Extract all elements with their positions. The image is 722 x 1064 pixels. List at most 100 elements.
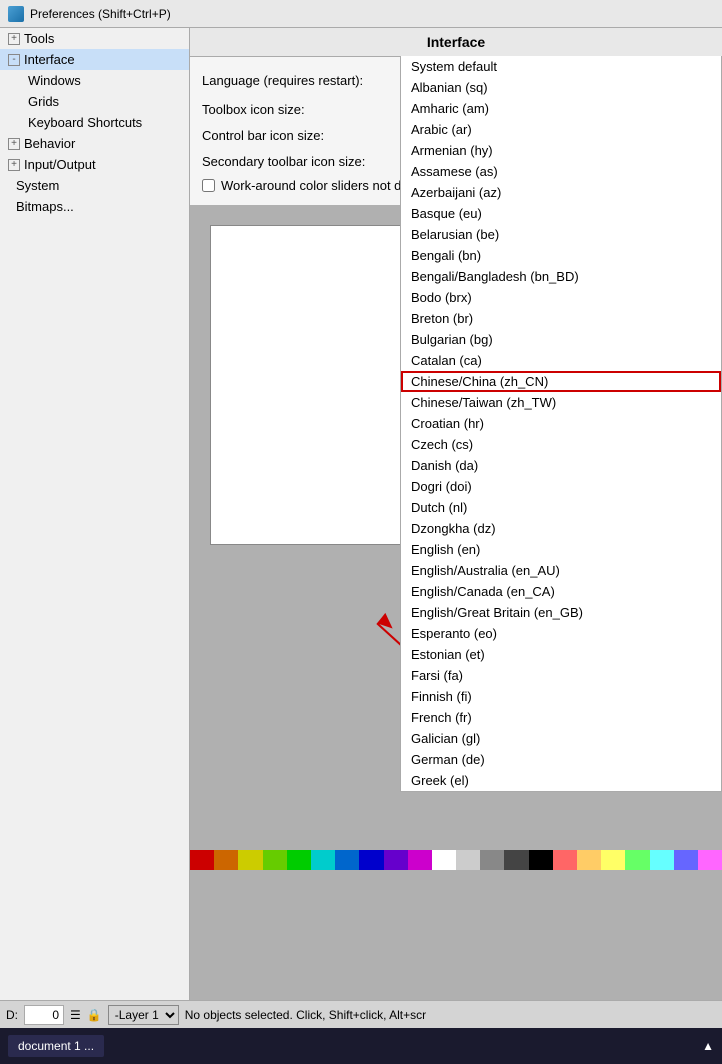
- sidebar-label-windows: Windows: [28, 73, 81, 88]
- color-swatch[interactable]: [504, 850, 528, 870]
- lock-icon: 🔒: [87, 1008, 102, 1022]
- color-swatch[interactable]: [698, 850, 722, 870]
- sidebar-label-keyboard-shortcuts: Keyboard Shortcuts: [28, 115, 142, 130]
- dropdown-item[interactable]: Chinese/Taiwan (zh_TW): [401, 392, 721, 413]
- dropdown-item[interactable]: Dzongkha (dz): [401, 518, 721, 539]
- taskbar-clock: ▲: [702, 1039, 714, 1053]
- title-bar: Preferences (Shift+Ctrl+P): [0, 0, 722, 28]
- sidebar-label-grids: Grids: [28, 94, 59, 109]
- sidebar: + Tools - Interface Windows Grids Keyboa…: [0, 28, 190, 1000]
- color-swatch[interactable]: [601, 850, 625, 870]
- dropdown-item[interactable]: Dutch (nl): [401, 497, 721, 518]
- status-text: No objects selected. Click, Shift+click,…: [185, 1008, 716, 1022]
- dropdown-item[interactable]: English/Canada (en_CA): [401, 581, 721, 602]
- dropdown-item[interactable]: English (en): [401, 539, 721, 560]
- coord-input[interactable]: 0: [24, 1005, 64, 1025]
- dropdown-item[interactable]: Basque (eu): [401, 203, 721, 224]
- dropdown-item[interactable]: Galician (gl): [401, 728, 721, 749]
- sidebar-label-tools: Tools: [24, 31, 54, 46]
- sidebar-label-bitmaps: Bitmaps...: [16, 199, 74, 214]
- dropdown-item[interactable]: Albanian (sq): [401, 77, 721, 98]
- expand-icon-tools: +: [8, 33, 20, 45]
- dropdown-item[interactable]: System default: [401, 56, 721, 77]
- sidebar-item-system[interactable]: System: [0, 175, 189, 196]
- unit-icon: ☰: [70, 1008, 81, 1022]
- dropdown-item[interactable]: Dogri (doi): [401, 476, 721, 497]
- dropdown-item[interactable]: English/Great Britain (en_GB): [401, 602, 721, 623]
- dropdown-item[interactable]: Farsi (fa): [401, 665, 721, 686]
- dropdown-item[interactable]: Amharic (am): [401, 98, 721, 119]
- dropdown-item[interactable]: Assamese (as): [401, 161, 721, 182]
- expand-icon-behavior: +: [8, 138, 20, 150]
- color-swatch[interactable]: [384, 850, 408, 870]
- sidebar-item-interface[interactable]: - Interface: [0, 49, 189, 70]
- expand-icon-input-output: +: [8, 159, 20, 171]
- color-swatch[interactable]: [577, 850, 601, 870]
- workaround-checkbox[interactable]: [202, 179, 215, 192]
- sidebar-item-windows[interactable]: Windows: [0, 70, 189, 91]
- taskbar: document 1 ... ▲: [0, 1028, 722, 1064]
- dropdown-item[interactable]: Finnish (fi): [401, 686, 721, 707]
- color-swatch[interactable]: [335, 850, 359, 870]
- sidebar-label-input-output: Input/Output: [24, 157, 96, 172]
- color-swatch[interactable]: [432, 850, 456, 870]
- color-swatch[interactable]: [190, 850, 214, 870]
- dropdown-item[interactable]: Arabic (ar): [401, 119, 721, 140]
- dropdown-item[interactable]: Danish (da): [401, 455, 721, 476]
- dropdown-item[interactable]: Bengali/Bangladesh (bn_BD): [401, 266, 721, 287]
- dropdown-item[interactable]: Czech (cs): [401, 434, 721, 455]
- secondary-toolbar-label: Secondary toolbar icon size:: [202, 154, 432, 169]
- sidebar-item-keyboard-shortcuts[interactable]: Keyboard Shortcuts: [0, 112, 189, 133]
- sidebar-item-input-output[interactable]: + Input/Output: [0, 154, 189, 175]
- dropdown-item[interactable]: Chinese/China (zh_CN): [401, 371, 721, 392]
- color-swatch[interactable]: [650, 850, 674, 870]
- toolbox-icon-label: Toolbox icon size:: [202, 102, 432, 117]
- color-swatch[interactable]: [553, 850, 577, 870]
- sidebar-item-behavior[interactable]: + Behavior: [0, 133, 189, 154]
- color-swatch[interactable]: [287, 850, 311, 870]
- dropdown-item[interactable]: Croatian (hr): [401, 413, 721, 434]
- dropdown-item[interactable]: Azerbaijani (az): [401, 182, 721, 203]
- sidebar-label-behavior: Behavior: [24, 136, 75, 151]
- color-swatch[interactable]: [311, 850, 335, 870]
- color-swatch[interactable]: [263, 850, 287, 870]
- color-swatch[interactable]: [480, 850, 504, 870]
- dropdown-item[interactable]: Belarusian (be): [401, 224, 721, 245]
- color-swatch[interactable]: [456, 850, 480, 870]
- dropdown-item[interactable]: Esperanto (eo): [401, 623, 721, 644]
- dropdown-item[interactable]: Bulgarian (bg): [401, 329, 721, 350]
- color-swatch[interactable]: [408, 850, 432, 870]
- sidebar-label-system: System: [16, 178, 59, 193]
- dropdown-item[interactable]: German (de): [401, 749, 721, 770]
- dropdown-item[interactable]: Armenian (hy): [401, 140, 721, 161]
- dropdown-item[interactable]: Bodo (brx): [401, 287, 721, 308]
- app-icon: [8, 6, 24, 22]
- sidebar-item-grids[interactable]: Grids: [0, 91, 189, 112]
- dropdown-item[interactable]: Estonian (et): [401, 644, 721, 665]
- content-header: Interface: [190, 28, 722, 57]
- checkbox-label: Work-around color sliders not draw: [221, 178, 422, 193]
- color-swatch[interactable]: [214, 850, 238, 870]
- color-swatch[interactable]: [529, 850, 553, 870]
- dropdown-item[interactable]: Greek (el): [401, 770, 721, 791]
- sidebar-item-tools[interactable]: + Tools: [0, 28, 189, 49]
- color-swatch[interactable]: [674, 850, 698, 870]
- color-swatch[interactable]: [238, 850, 262, 870]
- dropdown-item[interactable]: Bengali (bn): [401, 245, 721, 266]
- coord-label: D:: [6, 1008, 18, 1022]
- dropdown-item[interactable]: French (fr): [401, 707, 721, 728]
- dropdown-item[interactable]: Breton (br): [401, 308, 721, 329]
- language-dropdown[interactable]: System defaultAlbanian (sq)Amharic (am)A…: [400, 56, 722, 792]
- dropdown-item[interactable]: Catalan (ca): [401, 350, 721, 371]
- content-area: Interface Language (requires restart): E…: [190, 28, 722, 1000]
- sidebar-item-bitmaps[interactable]: Bitmaps...: [0, 196, 189, 217]
- color-swatch[interactable]: [625, 850, 649, 870]
- dropdown-item[interactable]: English/Australia (en_AU): [401, 560, 721, 581]
- color-swatch[interactable]: [359, 850, 383, 870]
- color-bar: [190, 850, 722, 870]
- title-bar-text: Preferences (Shift+Ctrl+P): [30, 7, 171, 21]
- taskbar-document[interactable]: document 1 ...: [8, 1035, 104, 1057]
- layer-select[interactable]: -Layer 1: [108, 1005, 179, 1025]
- expand-icon-interface: -: [8, 54, 20, 66]
- canvas-white: [210, 225, 430, 545]
